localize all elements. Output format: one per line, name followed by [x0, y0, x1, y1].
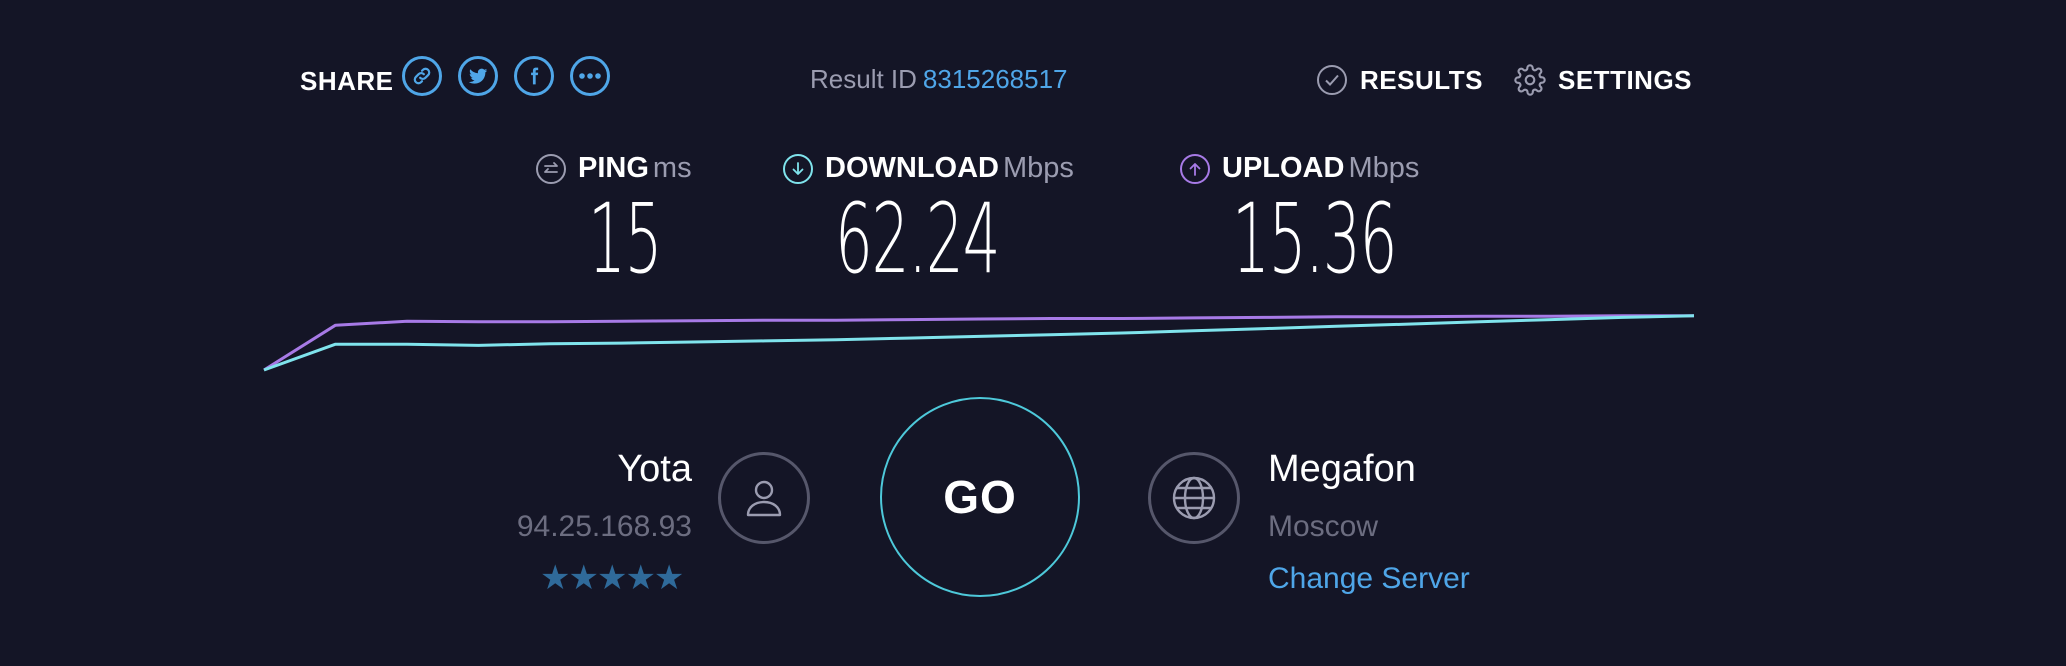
upload-icon [1180, 153, 1210, 184]
isp-avatar [718, 452, 810, 544]
facebook-icon [531, 67, 539, 85]
ping-metric: PING ms 15 [536, 152, 706, 287]
share-label: SHARE [300, 66, 394, 96]
upload-title: UPLOAD [1222, 152, 1345, 184]
upload-metric: UPLOAD Mbps 15.36 [1180, 152, 1497, 287]
share-more-button[interactable] [570, 56, 610, 96]
user-icon [746, 480, 782, 517]
results-button[interactable]: RESULTS [1316, 64, 1483, 96]
ping-unit: ms [652, 152, 692, 184]
share-facebook-button[interactable] [514, 56, 554, 96]
upload-value: 15.36 [1232, 183, 1397, 295]
gear-icon [1514, 64, 1546, 96]
isp-ip: 94.25.168.93 [516, 510, 692, 543]
more-icon [579, 73, 601, 79]
go-button[interactable]: GO [880, 397, 1080, 597]
download-value: 62.24 [835, 183, 1000, 295]
share-twitter-button[interactable] [458, 56, 498, 96]
server-globe-badge [1148, 452, 1240, 544]
ping-title: PING [578, 152, 649, 184]
speed-graph [263, 314, 1695, 372]
change-server-link[interactable]: Change Server [1268, 562, 1470, 596]
server-name: Megafon [1268, 448, 1416, 490]
isp-name: Yota [617, 448, 692, 490]
result-id-area: Result ID 8315268517 [810, 64, 1068, 95]
twitter-icon [468, 68, 488, 84]
download-unit: Mbps [1002, 152, 1074, 184]
isp-rating-stars[interactable]: ★★★★★ [540, 558, 684, 598]
results-label: RESULTS [1360, 64, 1483, 95]
share-link-button[interactable] [402, 56, 442, 96]
result-id-label: Result ID [810, 64, 917, 94]
download-metric: DOWNLOAD Mbps 62.24 [783, 152, 1100, 287]
result-id-link[interactable]: 8315268517 [923, 64, 1068, 94]
ping-value: 15 [588, 183, 662, 295]
ping-icon [536, 153, 566, 184]
server-location: Moscow [1268, 510, 1379, 543]
settings-button[interactable]: SETTINGS [1514, 64, 1692, 96]
globe-icon [1172, 476, 1216, 520]
upload-line [263, 314, 1694, 372]
download-line [263, 314, 1695, 372]
download-title: DOWNLOAD [825, 152, 999, 184]
check-circle-icon [1317, 65, 1347, 95]
upload-unit: Mbps [1348, 152, 1420, 184]
link-icon [413, 67, 431, 85]
download-icon [783, 153, 813, 184]
settings-label: SETTINGS [1558, 64, 1693, 95]
